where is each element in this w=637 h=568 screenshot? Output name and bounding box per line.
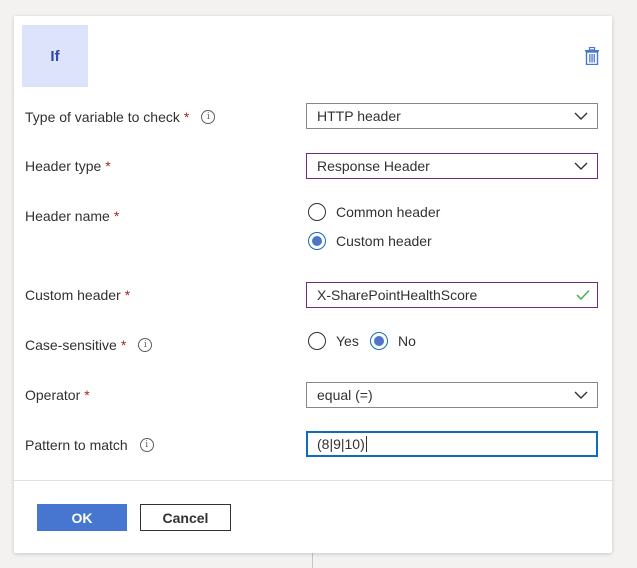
variable-type-value: HTTP header	[317, 108, 401, 124]
cancel-button[interactable]: Cancel	[140, 504, 231, 531]
info-icon[interactable]: i	[201, 110, 216, 124]
radio-label: Custom header	[336, 233, 432, 249]
radio-label: No	[398, 333, 416, 349]
header-name-label: Header name *	[25, 208, 119, 224]
operator-label: Operator *	[25, 387, 90, 403]
radio-common-header[interactable]: Common header	[308, 203, 440, 221]
radio-yes[interactable]: Yes	[308, 332, 359, 350]
radio-label: Common header	[336, 204, 441, 220]
custom-header-label-text: Custom header	[25, 287, 121, 303]
info-icon[interactable]: i	[139, 438, 154, 452]
condition-panel: If Type of variable to check * i HTTP he…	[14, 16, 612, 553]
required-marker: *	[183, 109, 190, 125]
chevron-down-icon	[574, 112, 588, 120]
header-name-label-text: Header name	[25, 208, 110, 224]
case-sensitive-label: Case-sensitive * i	[25, 337, 153, 353]
custom-header-label: Custom header *	[25, 287, 130, 303]
text-caret	[365, 436, 367, 452]
variable-type-dropdown[interactable]: HTTP header	[306, 103, 598, 129]
trash-icon[interactable]	[584, 47, 600, 65]
required-marker: *	[120, 337, 127, 353]
required-marker: *	[84, 387, 90, 403]
radio-button[interactable]	[308, 203, 326, 221]
custom-header-input[interactable]: X-SharePointHealthScore	[306, 282, 598, 308]
pattern-label: Pattern to match i	[25, 437, 154, 453]
header-type-label-text: Header type	[25, 158, 102, 174]
if-label: If	[50, 47, 60, 65]
radio-label: Yes	[336, 333, 359, 349]
custom-header-value: X-SharePointHealthScore	[317, 287, 478, 303]
radio-button[interactable]	[308, 332, 326, 350]
header-type-value: Response Header	[317, 158, 430, 174]
required-marker: *	[113, 208, 120, 224]
radio-button[interactable]	[308, 232, 326, 250]
if-tile: If	[22, 25, 88, 87]
ok-button[interactable]: OK	[37, 504, 127, 531]
background-divider	[312, 553, 313, 568]
variable-type-label-text: Type of variable to check	[25, 109, 180, 125]
variable-type-label: Type of variable to check * i	[25, 109, 216, 125]
required-marker: *	[124, 287, 131, 303]
checkmark-icon	[576, 289, 590, 301]
pattern-value: (8|9|10)	[317, 436, 365, 452]
radio-custom-header[interactable]: Custom header	[308, 232, 432, 250]
radio-button[interactable]	[370, 332, 388, 350]
operator-dropdown[interactable]: equal (=)	[306, 382, 598, 408]
header-type-dropdown[interactable]: Response Header	[306, 153, 598, 179]
operator-label-text: Operator	[25, 387, 81, 403]
pattern-label-text: Pattern to match	[25, 437, 128, 453]
footer-divider	[14, 480, 612, 481]
required-marker: *	[105, 158, 111, 174]
chevron-down-icon	[574, 391, 588, 399]
header-type-label: Header type *	[25, 158, 111, 174]
chevron-down-icon	[574, 162, 588, 170]
pattern-input[interactable]: (8|9|10)	[306, 431, 598, 457]
radio-no[interactable]: No	[370, 332, 416, 350]
case-sensitive-label-text: Case-sensitive	[25, 337, 117, 353]
info-icon[interactable]: i	[138, 338, 153, 352]
operator-value: equal (=)	[317, 387, 373, 403]
